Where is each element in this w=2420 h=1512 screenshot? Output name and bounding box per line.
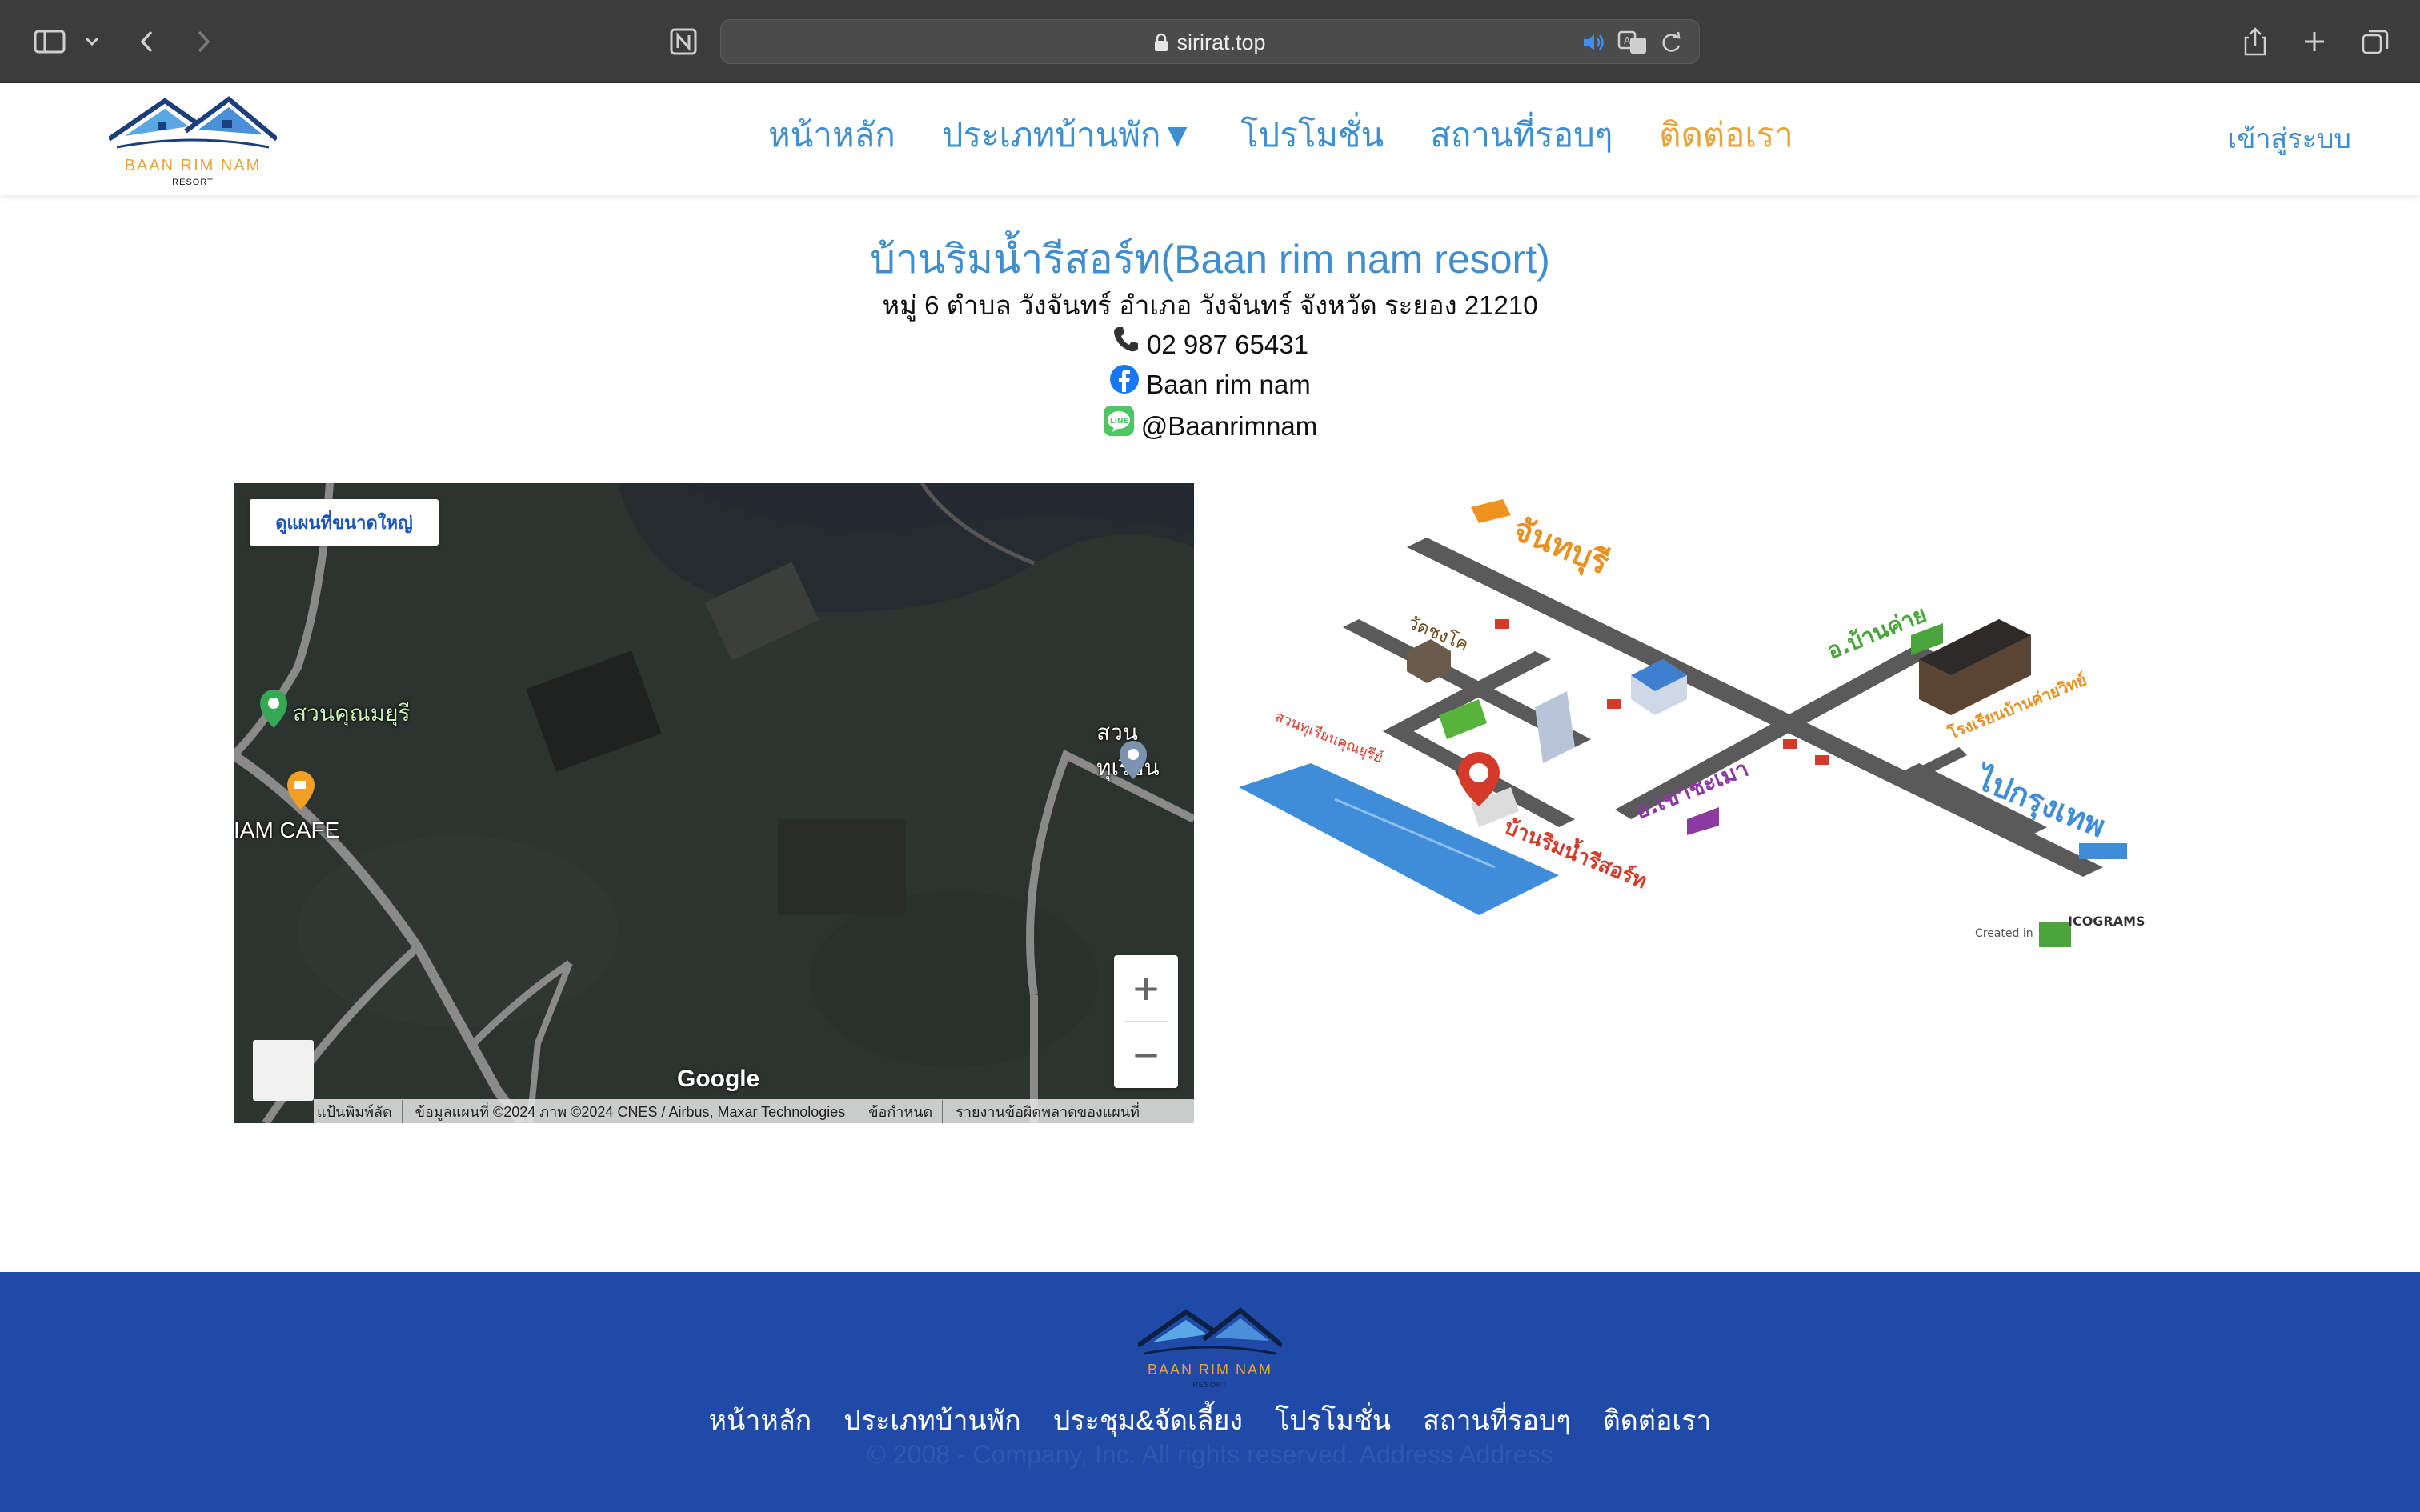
sidebar-toggle-icon[interactable] — [30, 19, 69, 64]
footer-link-room-types[interactable]: ประเภทบ้านพัก — [843, 1398, 1020, 1442]
nav-home[interactable]: หน้าหลัก — [768, 109, 895, 162]
phone-icon — [1112, 325, 1140, 364]
url-text: sirirat.top — [1176, 30, 1266, 54]
line-row: LINE @Baanrimnam — [0, 405, 2420, 447]
share-icon[interactable] — [2239, 19, 2271, 64]
facebook-name[interactable]: Baan rim nam — [1146, 366, 1310, 404]
map-attribution: แป้นพิมพ์ลัด ข้อมูลแผนที่ ©2024 ภาพ ©202… — [314, 1099, 1194, 1123]
map-label-garden[interactable]: สวนคุณมยุรี — [293, 696, 411, 731]
lock-icon — [1154, 33, 1168, 52]
notion-icon[interactable] — [667, 19, 699, 64]
house-roof-logo-icon — [1136, 1307, 1284, 1355]
terms-link[interactable]: ข้อกำหนด — [868, 1099, 944, 1123]
label-khao-chamao: อ.เขาชะเมา — [1631, 755, 1752, 825]
nav-room-types[interactable]: ประเภทบ้านพัก▼ — [942, 109, 1194, 162]
login-link[interactable]: เข้าสู่ระบบ — [2228, 117, 2351, 160]
footer-link-contact[interactable]: ติดต่อเรา — [1603, 1398, 1712, 1442]
zoom-controls: + − — [1114, 955, 1178, 1088]
footer-link-home[interactable]: หน้าหลัก — [709, 1398, 812, 1442]
back-icon[interactable] — [131, 19, 163, 64]
svg-text:A: A — [1624, 35, 1631, 46]
nav-promotions[interactable]: โปรโมชั่น — [1240, 109, 1384, 162]
tab-overview-icon[interactable] — [2358, 19, 2393, 64]
reload-icon[interactable] — [1659, 30, 1683, 55]
phone-row: 02 987 65431 — [0, 325, 2420, 364]
address-bar[interactable]: sirirat.top A — [720, 19, 1700, 64]
label-created-in: Created in — [1975, 927, 2033, 940]
map-label-cafe[interactable]: IAM CAFE — [234, 818, 339, 843]
street-view-icon[interactable] — [253, 1040, 314, 1101]
speaker-icon[interactable] — [1581, 30, 1606, 55]
footer-link-nearby[interactable]: สถานที่รอบๆ — [1423, 1398, 1571, 1442]
chevron-down-icon[interactable] — [80, 19, 104, 64]
location-illustration: จันทบุรี วัดชงโค อ.บ้านค่าย โรงเรียนบ้าน… — [1239, 483, 2167, 963]
address: หมู่ 6 ตำบล วังจันทร์ อำเภอ วังจันทร์ จั… — [882, 290, 1538, 320]
browser-toolbar: sirirat.top A — [0, 0, 2420, 83]
nav-nearby[interactable]: สถานที่รอบๆ — [1430, 109, 1613, 162]
zoom-in-button[interactable]: + — [1114, 955, 1178, 1022]
site-logo[interactable]: BAAN RIM NAM RESORT — [107, 91, 278, 192]
contact-info: บ้านริมน้ำรีสอร์ท(Baan rim nam resort) ห… — [0, 232, 2420, 447]
google-map[interactable]: ดูแผนที่ขนาดใหญ่ สวนคุณมยุรี IAM CAFE สว… — [234, 483, 1194, 1123]
footer-logo-title: BAAN RIM NAM — [1147, 1362, 1272, 1378]
forward-icon[interactable] — [187, 19, 219, 64]
phone-number[interactable]: 02 987 65431 — [1147, 326, 1308, 364]
footer-logo-subtitle: RESORT — [1192, 1381, 1228, 1389]
isometric-map-image: จันทบุรี วัดชงโค อ.บ้านค่าย โรงเรียนบ้าน… — [1239, 499, 2146, 947]
house-roof-logo-icon — [107, 96, 278, 149]
translate-icon[interactable]: A — [1617, 30, 1648, 55]
logo-subtitle: RESORT — [172, 178, 214, 187]
satellite-imagery — [234, 483, 1194, 1123]
site-footer: BAAN RIM NAM RESORT หน้าหลัก ประเภทบ้านพ… — [0, 1272, 2420, 1512]
zoom-divider — [1124, 1021, 1168, 1022]
label-chanthaburi: จันทบุรี — [1508, 511, 1614, 584]
line-app-icon[interactable]: LINE — [1103, 405, 1135, 447]
logo-title: BAAN RIM NAM — [124, 157, 262, 174]
svg-text:LINE: LINE — [1110, 418, 1128, 426]
footer-link-promotions[interactable]: โปรโมชั่น — [1275, 1398, 1391, 1442]
facebook-icon[interactable] — [1109, 364, 1140, 405]
copyright: © 2008 - Company, Inc. All rights reserv… — [867, 1440, 1553, 1469]
nav-contact[interactable]: ติดต่อเรา — [1659, 109, 1793, 162]
resort-name: บ้านริมน้ำรีสอร์ท(Baan rim nam resort) — [870, 237, 1550, 282]
view-larger-map-button[interactable]: ดูแผนที่ขนาดใหญ่ — [250, 499, 439, 546]
footer-link-meetings[interactable]: ประชุม&จัดเลี้ยง — [1053, 1398, 1243, 1442]
pin-marker-icon[interactable] — [1117, 739, 1149, 785]
label-icograms: ICOGRAMS — [2068, 914, 2146, 929]
label-durian-garden: สวนทุเรียนคุณยุรีย์ — [1272, 708, 1385, 766]
map-data-text: ข้อมูลแผนที่ ©2024 ภาพ ©2024 CNES / Airb… — [415, 1099, 856, 1123]
google-logo: Google — [677, 1066, 760, 1092]
zoom-out-button[interactable]: − — [1114, 1022, 1178, 1088]
footer-logo[interactable]: BAAN RIM NAM RESORT — [1136, 1304, 1284, 1392]
garden-marker-icon[interactable] — [258, 688, 290, 734]
report-error-link[interactable]: รายงานข้อผิดพลาดของแผนที่ — [956, 1100, 1149, 1123]
cafe-marker-icon[interactable] — [285, 770, 317, 815]
new-tab-icon[interactable] — [2298, 19, 2330, 64]
keyboard-shortcuts-link[interactable]: แป้นพิมพ์ลัด — [317, 1099, 403, 1123]
line-id[interactable]: @Baanrimnam — [1141, 407, 1318, 446]
site-header: BAAN RIM NAM RESORT หน้าหลัก ประเภทบ้านพ… — [0, 85, 2420, 195]
facebook-row: Baan rim nam — [0, 364, 2420, 405]
